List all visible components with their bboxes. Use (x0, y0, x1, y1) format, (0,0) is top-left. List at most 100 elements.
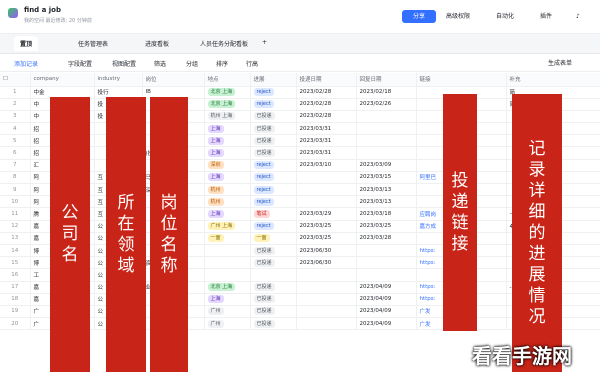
table-row[interactable]: 5 招 上海 已投递 2023/03/31 (0, 134, 600, 148)
cell-apply-date[interactable] (296, 281, 357, 294)
row-number[interactable]: 6 (0, 146, 31, 160)
table-row[interactable]: 4 招 上海 已投递 2023/03/31 (0, 122, 600, 136)
cell-progress[interactable] (250, 268, 297, 282)
table-row[interactable]: 18 嘉 公 上海 已投递 2023/04/09 https: (0, 293, 600, 306)
cell-reply-date[interactable] (356, 268, 417, 282)
cell-apply-date[interactable]: 2023/02/28 (296, 110, 357, 124)
tab-progress-board[interactable]: 进度看板 (145, 39, 169, 48)
row-number[interactable]: 16 (0, 268, 31, 282)
cell-progress[interactable]: 已投递 (250, 244, 297, 258)
cell-progress[interactable]: reject (250, 159, 297, 172)
cell-location[interactable]: 上海 (204, 207, 251, 221)
row-number[interactable]: 12 (0, 220, 31, 233)
cell-reply-date[interactable]: 2023/04/09 (356, 293, 417, 306)
cell-apply-date[interactable] (296, 317, 357, 331)
cell-reply-date[interactable] (356, 256, 417, 270)
cell-reply-date[interactable]: 2023/03/28 (356, 232, 417, 245)
cell-progress[interactable]: reject (250, 183, 297, 197)
table-row[interactable]: 9阿互深营杭州reject2023/03/13 (0, 183, 600, 197)
table-row[interactable]: 16 工 公 (0, 268, 600, 282)
row-number[interactable]: 2 (0, 98, 31, 111)
row-number[interactable]: 7 (0, 159, 31, 172)
advanced-permission-button[interactable]: 高级权限 (446, 10, 470, 23)
column-header[interactable]: 进展 (250, 73, 297, 87)
cell-location[interactable]: 一面 (204, 232, 251, 245)
cell-location[interactable]: 上海 (204, 122, 251, 136)
cell-location[interactable]: 北京 上海 (204, 281, 251, 294)
cell-location[interactable]: 杭州 (204, 195, 251, 209)
row-number[interactable]: 1 (0, 86, 31, 99)
table-row[interactable]: 6招(投行)上海已投递2023/03/31 (0, 146, 600, 160)
cell-location[interactable]: 北京 上海 (204, 98, 251, 111)
cell-progress[interactable]: 已投递 (250, 256, 297, 270)
table-row[interactable]: 17嘉公业研究北京 上海已投递2023/04/09https:-关于 (0, 281, 600, 294)
cell-apply-date[interactable] (296, 183, 357, 197)
table-row[interactable]: 7 汇 深圳 reject 2023/03/10 2023/03/09 (0, 159, 600, 172)
row-number[interactable]: 14 (0, 244, 31, 258)
cell-apply-date[interactable] (296, 305, 357, 319)
cell-apply-date[interactable] (296, 293, 357, 306)
tab-task-table[interactable]: 任务管理表 (78, 39, 108, 48)
cell-apply-date[interactable]: 2023/03/29 (296, 207, 357, 221)
tab-pinned[interactable]: 置顶 (14, 36, 39, 51)
cell-apply-date[interactable] (296, 171, 357, 185)
cell-apply-date[interactable]: 2023/06/30 (296, 256, 357, 270)
cell-reply-date[interactable]: 2023/03/18 (356, 207, 417, 221)
cell-apply-date[interactable]: 2023/03/31 (296, 122, 357, 136)
generate-form-button[interactable]: 生成表单 (548, 58, 572, 67)
tab-assignment-board[interactable]: 人员任务分配看板 (200, 39, 248, 48)
cell-reply-date[interactable]: 2023/04/09 (356, 305, 417, 319)
row-number[interactable]: 13 (0, 232, 31, 245)
row-number[interactable]: 19 (0, 305, 31, 319)
select-all-checkbox[interactable]: ☐ (0, 73, 31, 87)
table-row[interactable]: 2中投北京 上海reject2023/02/282023/02/26简 (0, 98, 600, 111)
cell-apply-date[interactable]: 2023/03/25 (296, 232, 357, 245)
cell-location[interactable]: 广州 上海 (204, 220, 251, 233)
add-record-button[interactable]: 添加记录 (14, 59, 38, 68)
cell-progress[interactable]: 已投递 (250, 317, 297, 331)
cell-location[interactable] (204, 256, 251, 270)
cell-progress[interactable]: 笔试 (250, 207, 297, 221)
row-number[interactable]: 11 (0, 207, 31, 221)
cell-reply-date[interactable]: 2023/03/25 (356, 220, 417, 233)
cell-location[interactable]: 杭州 (204, 183, 251, 197)
cell-location[interactable]: 上海 (204, 293, 251, 306)
column-header[interactable]: 岗位 (142, 73, 205, 87)
bell-icon[interactable]: ♪ (576, 10, 580, 23)
column-header[interactable]: 补充 (506, 73, 600, 87)
cell-location[interactable]: 上海 (204, 146, 251, 160)
cell-reply-date[interactable]: 2023/03/13 (356, 183, 417, 197)
column-header[interactable]: 地点 (204, 73, 251, 87)
automation-button[interactable]: 自动化 (496, 10, 514, 23)
cell-reply-date[interactable]: 2023/03/15 (356, 171, 417, 185)
table-row[interactable]: 13 嘉 公 一面 一面 2023/03/25 2023/03/28 (0, 232, 600, 245)
cell-progress[interactable]: 已投递 (250, 110, 297, 124)
plugin-button[interactable]: 插件 (540, 10, 552, 23)
cell-reply-date[interactable] (356, 110, 417, 124)
add-view-button[interactable]: + (262, 39, 267, 46)
cell-apply-date[interactable]: 2023/03/25 (296, 220, 357, 233)
column-header[interactable]: 回复日期 (356, 73, 417, 87)
cell-reply-date[interactable] (356, 122, 417, 136)
row-number[interactable]: 20 (0, 317, 31, 331)
cell-location[interactable]: 上海 (204, 134, 251, 148)
sort-button[interactable]: 排序 (216, 59, 228, 68)
view-config-button[interactable]: 视图配置 (112, 59, 136, 68)
cell-location[interactable]: 广州 (204, 317, 251, 331)
cell-reply-date[interactable] (356, 146, 417, 160)
cell-progress[interactable]: reject (250, 86, 297, 99)
cell-progress[interactable]: reject (250, 171, 297, 185)
column-header[interactable]: 投递日期 (296, 73, 357, 87)
row-number[interactable]: 10 (0, 195, 31, 209)
cell-progress[interactable]: 一面 (250, 232, 297, 245)
cell-apply-date[interactable] (296, 268, 357, 282)
row-number[interactable]: 5 (0, 134, 31, 148)
row-number[interactable]: 3 (0, 110, 31, 124)
table-row[interactable]: 1中金投行IB北京 上海reject2023/02/282023/02/18简 (0, 86, 600, 99)
cell-apply-date[interactable]: 2023/02/28 (296, 98, 357, 111)
cell-apply-date[interactable]: 2023/03/10 (296, 159, 357, 172)
table-row[interactable]: 19 广 公 广州 已投递 2023/04/09 广发 (0, 305, 600, 319)
row-number[interactable]: 15 (0, 256, 31, 270)
cell-apply-date[interactable] (296, 195, 357, 209)
field-config-button[interactable]: 字段配置 (68, 59, 92, 68)
